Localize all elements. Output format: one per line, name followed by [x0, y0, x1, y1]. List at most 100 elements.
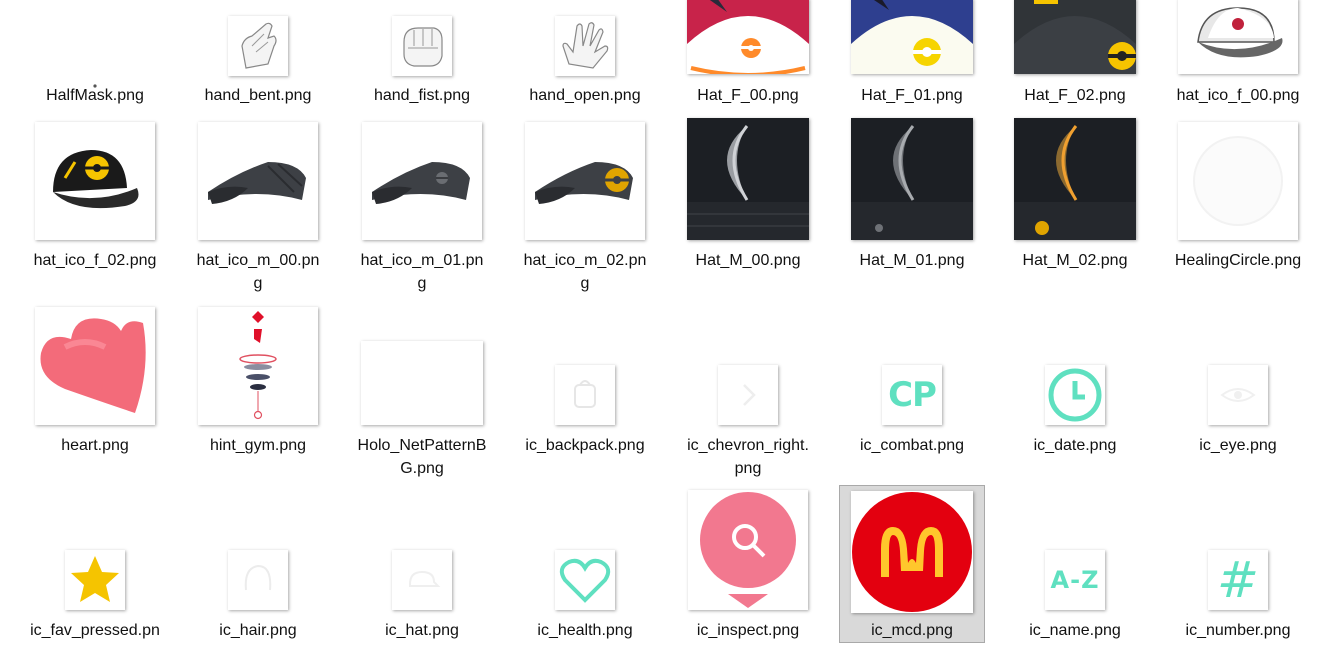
file-holo-netpatternbg[interactable]: Holo_NetPatternB G.png: [342, 295, 502, 477]
healingcircle-thumbnail: [1178, 122, 1298, 240]
file-name: hat_ico_f_02.png: [33, 252, 157, 269]
file-hat-ico-m-00[interactable]: hat_ico_m_00.pn g: [178, 110, 338, 292]
file-hat-ico-f-02[interactable]: hat_ico_f_02.png: [15, 110, 175, 270]
hand-bent-thumbnail: [228, 16, 288, 76]
name-icon-text: A-Z: [1050, 566, 1100, 594]
hat-m-00-thumbnail: [687, 118, 809, 240]
file-name: Hat_M_00.png: [695, 252, 801, 269]
file-hand-bent[interactable]: hand_bent.png: [178, 0, 338, 120]
hair-icon: [228, 550, 288, 610]
file-name: hand_bent.png: [204, 87, 312, 104]
file-ic-eye[interactable]: ic_eye.png: [1158, 295, 1318, 455]
file-name: ic_date.png: [1033, 437, 1117, 454]
halfmask-thumbnail: [35, 12, 155, 92]
hand-fist-thumbnail: [392, 16, 452, 76]
file-name: ic_health.png: [537, 622, 633, 639]
file-ic-chevron-right[interactable]: ic_chevron_right. png: [668, 295, 828, 477]
file-hint-gym[interactable]: hint_gym.png: [178, 295, 338, 455]
file-ic-fav-pressed[interactable]: ic_fav_pressed.pn: [15, 480, 175, 640]
hat-ico-m-02-thumbnail: [525, 122, 645, 240]
file-ic-hat[interactable]: ic_hat.png: [342, 480, 502, 640]
file-name: ic_number.png: [1185, 622, 1291, 639]
file-ic-mcd[interactable]: ic_mcd.png: [839, 485, 985, 643]
hat-ico-f-02-thumbnail: [35, 122, 155, 240]
file-name: hand_open.png: [529, 87, 641, 104]
file-name: Holo_NetPatternB: [357, 437, 487, 454]
file-hand-fist[interactable]: hand_fist.png: [342, 0, 502, 120]
file-name: ic_backpack.png: [525, 437, 645, 454]
hat-f-02-thumbnail: [1014, 0, 1136, 74]
file-name: Hat_F_00.png: [697, 87, 799, 104]
file-ic-health[interactable]: ic_health.png: [505, 480, 665, 640]
file-ic-hair[interactable]: ic_hair.png: [178, 480, 338, 640]
file-hat-ico-m-02[interactable]: hat_ico_m_02.pn g: [505, 110, 665, 292]
mcdonalds-logo-icon: [851, 491, 973, 613]
file-hat-f-01[interactable]: Hat_F_01.png: [832, 0, 992, 120]
file-name: hat_ico_m_02.pn: [523, 252, 647, 269]
hat-m-01-thumbnail: [851, 118, 973, 240]
file-hat-ico-m-01[interactable]: hat_ico_m_01.pn g: [342, 110, 502, 292]
file-ic-backpack[interactable]: ic_backpack.png: [505, 295, 665, 455]
heart-thumbnail: [35, 307, 155, 425]
name-icon: A-Z: [1045, 550, 1105, 610]
file-name: heart.png: [61, 437, 129, 454]
hat-icon: [392, 550, 452, 610]
file-name: ic_mcd.png: [871, 622, 953, 639]
hint-gym-thumbnail: [198, 307, 318, 425]
hat-ico-f-00-thumbnail: [1178, 0, 1298, 74]
file-name: ic_fav_pressed.pn: [30, 622, 160, 639]
file-hat-m-00[interactable]: Hat_M_00.png: [668, 110, 828, 270]
file-ic-date[interactable]: ic_date.png: [995, 295, 1155, 455]
file-hat-m-01[interactable]: Hat_M_01.png: [832, 110, 992, 270]
file-name: hand_fist.png: [373, 87, 471, 104]
file-ic-combat[interactable]: CP ic_combat.png: [832, 295, 992, 455]
file-name: ic_name.png: [1029, 622, 1121, 639]
file-name: hat_ico_f_00.png: [1176, 87, 1300, 104]
file-name: ic_hat.png: [385, 622, 459, 639]
file-name: Hat_M_02.png: [1022, 252, 1128, 269]
file-ic-number[interactable]: # ic_number.png: [1158, 480, 1318, 640]
inspect-icon: [688, 490, 808, 610]
file-hat-f-02[interactable]: Hat_F_02.png: [995, 0, 1155, 120]
file-hand-open[interactable]: hand_open.png: [505, 0, 665, 120]
clock-icon: [1045, 365, 1105, 425]
file-name-line2: g: [580, 275, 590, 292]
chevron-right-icon: [718, 365, 778, 425]
file-name: Hat_F_01.png: [861, 87, 963, 104]
heart-outline-icon: [555, 550, 615, 610]
file-name-line2: g: [253, 275, 263, 292]
file-halfmask[interactable]: HalfMask.png: [15, 0, 175, 120]
number-icon-text: #: [1217, 551, 1259, 609]
file-name: ic_hair.png: [219, 622, 297, 639]
file-ic-name[interactable]: A-Z ic_name.png: [995, 480, 1155, 640]
file-hat-f-00[interactable]: Hat_F_00.png: [668, 0, 828, 120]
file-name: Hat_M_01.png: [859, 252, 965, 269]
eye-icon: [1208, 365, 1268, 425]
hat-f-01-thumbnail: [851, 0, 973, 74]
file-hat-m-02[interactable]: Hat_M_02.png: [995, 110, 1155, 270]
hat-m-02-thumbnail: [1014, 118, 1136, 240]
file-name: HalfMask.png: [46, 87, 144, 104]
file-hat-ico-f-00[interactable]: hat_ico_f_00.png: [1158, 0, 1318, 120]
file-name: hat_ico_m_01.pn: [360, 252, 484, 269]
file-name-line2: G.png: [400, 460, 444, 477]
hat-f-00-thumbnail: [687, 0, 809, 74]
file-name: ic_eye.png: [1199, 437, 1277, 454]
file-name-line2: png: [734, 460, 762, 477]
combat-icon: CP: [882, 365, 942, 425]
file-name: ic_chevron_right.: [687, 437, 809, 454]
hat-ico-m-01-thumbnail: [362, 122, 482, 240]
file-name: HealingCircle.png: [1174, 252, 1302, 269]
holo-netpatternbg-thumbnail: [361, 341, 483, 425]
file-name: ic_combat.png: [859, 437, 965, 454]
combat-icon-text: CP: [888, 375, 937, 415]
backpack-icon: [555, 365, 615, 425]
file-name: ic_inspect.png: [696, 622, 800, 639]
file-heart[interactable]: heart.png: [15, 295, 175, 455]
star-icon: [65, 550, 125, 610]
hand-open-thumbnail: [555, 16, 615, 76]
file-healingcircle[interactable]: HealingCircle.png: [1158, 110, 1318, 270]
file-name-line2: g: [417, 275, 427, 292]
number-icon: #: [1208, 550, 1268, 610]
file-ic-inspect[interactable]: ic_inspect.png: [668, 480, 828, 640]
